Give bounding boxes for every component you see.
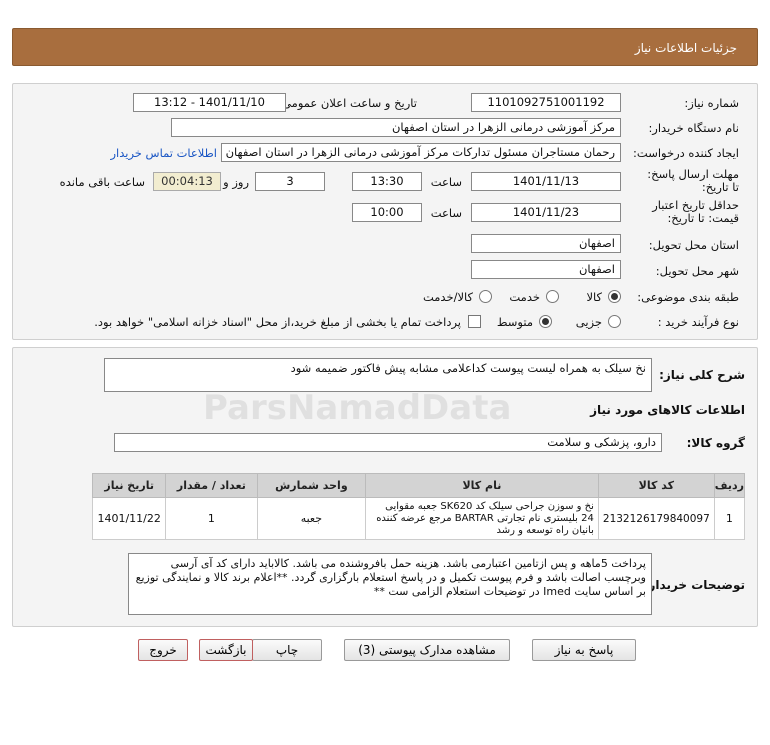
goods-group-label: گروه کالا: [686, 436, 745, 450]
print-button[interactable]: چاپ [252, 639, 322, 661]
category-goods-service-label: کالا/خدمت [422, 290, 473, 304]
treasury-payment-note: پرداخت تمام یا بخشی از مبلغ خرید،از محل … [94, 315, 461, 329]
attachments-button[interactable]: مشاهده مدارک پیوستی (3) [344, 639, 510, 661]
col-code: کد کالا [597, 473, 715, 498]
validity-date-field[interactable]: 1401/11/23 [471, 203, 621, 222]
col-name: نام کالا [364, 473, 599, 498]
goods-group-field[interactable]: دارو، پزشکی و سلامت [114, 433, 662, 452]
process-label: نوع فرآیند خرید : [657, 315, 739, 329]
category-service-radio[interactable] [546, 290, 559, 303]
days-and-label: روز و [223, 175, 249, 189]
requester-field[interactable]: رحمان مستاجران مسئول تدارکات مرکز آموزشی… [221, 143, 621, 162]
buyer-notes-label: توضیحات خریدار: [643, 578, 745, 592]
deadline-time-field[interactable]: 13:30 [352, 172, 422, 191]
goods-table: ردیف کد کالا نام کالا واحد شمارش تعداد /… [92, 473, 746, 540]
exit-button[interactable]: خروج [138, 639, 188, 661]
col-qty: تعداد / مقدار [164, 473, 258, 498]
days-count-field[interactable]: 3 [255, 172, 325, 191]
cell-row: 1 [713, 497, 746, 540]
cell-name: نخ و سوزن جراحی سیلک کد SK620 جعبه مقوای… [364, 497, 599, 540]
col-row: ردیف [713, 473, 746, 498]
buyer-org-field[interactable]: مرکز آموزشی درمانی الزهرا در استان اصفها… [171, 118, 621, 137]
deadline-label: مهلت ارسال پاسخ: تا تاریخ: [647, 167, 739, 194]
cell-code: 2132126179840097 [597, 497, 715, 540]
process-minor-radio[interactable] [608, 315, 621, 328]
category-goods-service-radio[interactable] [479, 290, 492, 303]
validity-label: حداقل تاریخ اعتبار قیمت: تا تاریخ: [652, 198, 739, 225]
table-row[interactable]: 1 2132126179840097 نخ و سوزن جراحی سیلک … [92, 497, 746, 540]
cell-qty: 1 [164, 497, 258, 540]
process-medium-label: متوسط [496, 315, 533, 329]
requester-label: ایجاد کننده درخواست: [633, 146, 739, 160]
reply-button[interactable]: پاسخ به نیاز [532, 639, 636, 661]
summary-label: شرح کلی نیاز: [659, 368, 745, 382]
goods-info-title: اطلاعات کالاهای مورد نیاز [590, 403, 745, 417]
remaining-time-field: 00:04:13 [153, 172, 221, 191]
page-header: جزئیات اطلاعات نیاز [12, 28, 758, 66]
col-date: تاریخ نیاز [92, 473, 166, 498]
process-medium-radio[interactable] [539, 315, 552, 328]
cell-date: 1401/11/22 [92, 497, 166, 540]
need-number-label: شماره نیاز: [684, 96, 739, 110]
buyer-org-label: نام دستگاه خریدار: [648, 121, 739, 135]
process-minor-label: جزیی [575, 315, 602, 329]
need-info-panel: شماره نیاز: 1101092751001192 تاریخ و ساع… [12, 83, 758, 340]
validity-time-label: ساعت [430, 206, 462, 220]
deadline-time-label: ساعت [430, 175, 462, 189]
treasury-payment-checkbox[interactable] [468, 315, 481, 328]
table-header-row: ردیف کد کالا نام کالا واحد شمارش تعداد /… [92, 473, 746, 498]
need-number-field[interactable]: 1101092751001192 [471, 93, 621, 112]
contact-buyer-link[interactable]: اطلاعات تماس خریدار [110, 146, 217, 160]
city-label: شهر محل تحویل: [655, 264, 739, 278]
page-title: جزئیات اطلاعات نیاز [634, 41, 737, 55]
validity-time-field[interactable]: 10:00 [352, 203, 422, 222]
announce-label: تاریخ و ساعت اعلان عمومی: [278, 96, 417, 110]
buyer-notes-field[interactable]: پرداخت 5ماهه و پس ازتامین اعتبارمی باشد.… [128, 553, 652, 615]
province-field[interactable]: اصفهان [471, 234, 621, 253]
category-goods-radio[interactable] [608, 290, 621, 303]
cell-unit: جعبه [256, 497, 366, 540]
category-service-label: خدمت [509, 290, 540, 304]
remaining-time-label: ساعت باقی مانده [59, 175, 145, 189]
back-button[interactable]: بازگشت [199, 639, 253, 661]
province-label: استان محل تحویل: [648, 238, 739, 252]
city-field[interactable]: اصفهان [471, 260, 621, 279]
deadline-date-field[interactable]: 1401/11/13 [471, 172, 621, 191]
category-label: طبقه بندی موضوعی: [637, 290, 739, 304]
col-unit: واحد شمارش [256, 473, 366, 498]
announce-field[interactable]: 1401/11/10 - 13:12 [133, 93, 286, 112]
need-detail-panel: ParsNamadData شرح کلی نیاز: نخ سیلک به ه… [12, 347, 758, 627]
category-goods-label: کالا [586, 290, 602, 304]
summary-field[interactable]: نخ سیلک به همراه لیست پیوست کداعلامی مشا… [104, 358, 652, 392]
watermark-logo: ParsNamadData [203, 388, 512, 428]
